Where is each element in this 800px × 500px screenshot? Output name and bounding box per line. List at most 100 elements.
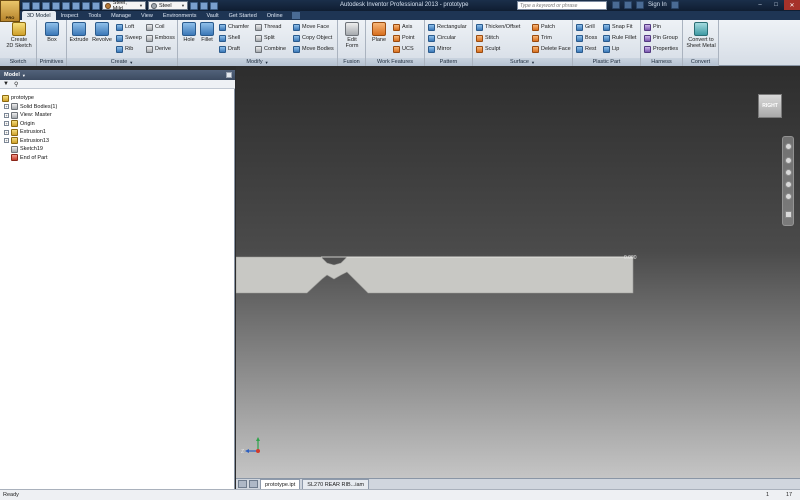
fillet-button[interactable]: Fillet (199, 22, 215, 43)
search-input[interactable]: Type a keyword or phrase (517, 1, 607, 10)
orbit-icon[interactable] (785, 181, 792, 188)
tab-get-started[interactable]: Get Started (224, 11, 262, 20)
help-icon[interactable] (670, 1, 679, 9)
sculpt-button[interactable]: Sculpt (476, 45, 500, 53)
tree-node[interactable]: End of Part (4, 154, 48, 162)
look-at-icon[interactable] (785, 193, 792, 200)
adjust-icon[interactable] (190, 1, 198, 10)
rib-button[interactable]: Rib (116, 45, 133, 53)
snap-fit-button[interactable]: Snap Fit (603, 23, 632, 31)
tab-overflow-icon[interactable] (292, 12, 300, 19)
tab-3d-model[interactable]: 3D Model (22, 11, 56, 20)
tab-inspect[interactable]: Inspect (56, 11, 84, 20)
document-tab-assembly[interactable]: SL270 REAR RIB...iam (302, 479, 370, 489)
filter-icon[interactable]: ▼ (3, 81, 9, 87)
minimize-button[interactable]: – (752, 0, 768, 10)
tree-node[interactable]: + Solid Bodies(1) (4, 103, 57, 111)
convert-to-sheet-metal-button[interactable]: Convert to Sheet Metal (685, 22, 717, 49)
expand-icon[interactable]: + (4, 112, 9, 118)
pin-button[interactable]: Pin (644, 23, 661, 31)
tree-node[interactable]: + Extrusion13 (4, 137, 49, 145)
material-dropdown[interactable]: Steel, Mild ▼ (102, 0, 146, 12)
panel-label-surface[interactable]: Surface ▼ (473, 58, 572, 66)
rest-button[interactable]: Rest (576, 45, 596, 53)
shell-button[interactable]: Shell (219, 34, 240, 42)
chamfer-button[interactable]: Chamfer (219, 23, 249, 31)
properties-button[interactable]: Properties (644, 45, 678, 53)
mirror-button[interactable]: Mirror (428, 45, 451, 53)
axis-button[interactable]: Axis (393, 23, 412, 31)
appearance-dropdown[interactable]: Steel ▼ (148, 1, 188, 10)
rectangular-pattern-button[interactable]: Rectangular (428, 23, 467, 31)
tree-node[interactable]: prototype (2, 94, 34, 102)
copy-object-button[interactable]: Copy Object (293, 34, 332, 42)
fx-icon[interactable] (200, 1, 208, 10)
pan-icon[interactable] (785, 157, 792, 164)
panel-label-create[interactable]: Create ▼ (67, 58, 177, 66)
undo-icon[interactable] (52, 1, 60, 10)
redo-icon[interactable] (62, 1, 70, 10)
zoom-icon[interactable] (785, 169, 792, 176)
combine-button[interactable]: Combine (255, 45, 286, 53)
sweep-button[interactable]: Sweep (116, 34, 142, 42)
binoculars-icon[interactable]: ⚲ (14, 81, 18, 88)
hole-button[interactable]: Hole (181, 22, 197, 43)
point-button[interactable]: Point (393, 34, 415, 42)
coil-button[interactable]: Coil (146, 23, 164, 31)
panel-label-modify[interactable]: Modify ▼ (178, 58, 337, 66)
home-icon[interactable] (72, 1, 80, 10)
create-2d-sketch-button[interactable]: Create 2D Sketch (4, 22, 34, 49)
pin-group-button[interactable]: Pin Group (644, 34, 678, 42)
tab-tools[interactable]: Tools (83, 11, 106, 20)
sign-in-link[interactable]: Sign In (648, 2, 667, 8)
document-list-icon[interactable] (249, 480, 258, 488)
close-button[interactable]: ✕ (784, 0, 800, 10)
ucs-button[interactable]: UCS (393, 45, 414, 53)
grill-button[interactable]: Grill (576, 23, 595, 31)
expand-icon[interactable]: + (4, 121, 9, 126)
tab-vault[interactable]: Vault (201, 11, 223, 20)
emboss-button[interactable]: Emboss (146, 34, 175, 42)
new-icon[interactable] (22, 1, 30, 10)
expand-icon[interactable]: + (4, 138, 9, 143)
maximize-button[interactable]: □ (768, 0, 784, 10)
select-icon[interactable] (92, 1, 100, 10)
tab-view[interactable]: View (136, 11, 158, 20)
subscription-icon[interactable] (624, 1, 632, 9)
trim-button[interactable]: Trim (532, 34, 552, 42)
split-button[interactable]: Split (255, 34, 275, 42)
rule-fillet-button[interactable]: Rule Fillet (603, 34, 636, 42)
draft-button[interactable]: Draft (219, 45, 240, 53)
save-icon[interactable] (42, 1, 50, 10)
boss-button[interactable]: Boss (576, 34, 597, 42)
viewcube[interactable]: RIGHT (758, 94, 782, 118)
document-tab-prototype[interactable]: prototype.ipt (260, 479, 301, 489)
expand-icon[interactable]: + (4, 129, 9, 135)
extrude-button[interactable]: Extrude (69, 22, 89, 43)
derive-button[interactable]: Derive (146, 45, 171, 53)
navbar-options-icon[interactable] (785, 211, 792, 218)
stitch-button[interactable]: Stitch (476, 34, 499, 42)
customize-icon[interactable] (210, 1, 218, 10)
delete-face-button[interactable]: Delete Face (532, 45, 571, 53)
plane-button[interactable]: Plane (369, 22, 389, 43)
thread-button[interactable]: Thread (255, 23, 281, 31)
thicken-offset-button[interactable]: Thicken/Offset (476, 23, 520, 31)
tile-documents-icon[interactable] (238, 480, 247, 488)
box-button[interactable]: Box (44, 22, 60, 43)
revolve-button[interactable]: Revolve (91, 22, 113, 43)
loft-button[interactable]: Loft (116, 23, 134, 31)
tree-node[interactable]: + Origin (4, 120, 35, 128)
circular-pattern-button[interactable]: Circular (428, 34, 456, 42)
tab-manage[interactable]: Manage (106, 11, 136, 20)
tab-environments[interactable]: Environments (158, 11, 202, 20)
move-face-button[interactable]: Move Face (293, 23, 329, 31)
steering-wheel-icon[interactable] (785, 143, 792, 150)
expand-icon[interactable]: + (4, 104, 9, 109)
open-icon[interactable] (32, 1, 40, 10)
browser-options-icon[interactable] (226, 72, 232, 78)
edit-form-button[interactable]: Edit Form (343, 22, 361, 49)
graphics-viewport[interactable]: 0.000 RIGHT Z (236, 66, 800, 478)
patch-button[interactable]: Patch (532, 23, 555, 31)
update-icon[interactable] (82, 1, 90, 10)
